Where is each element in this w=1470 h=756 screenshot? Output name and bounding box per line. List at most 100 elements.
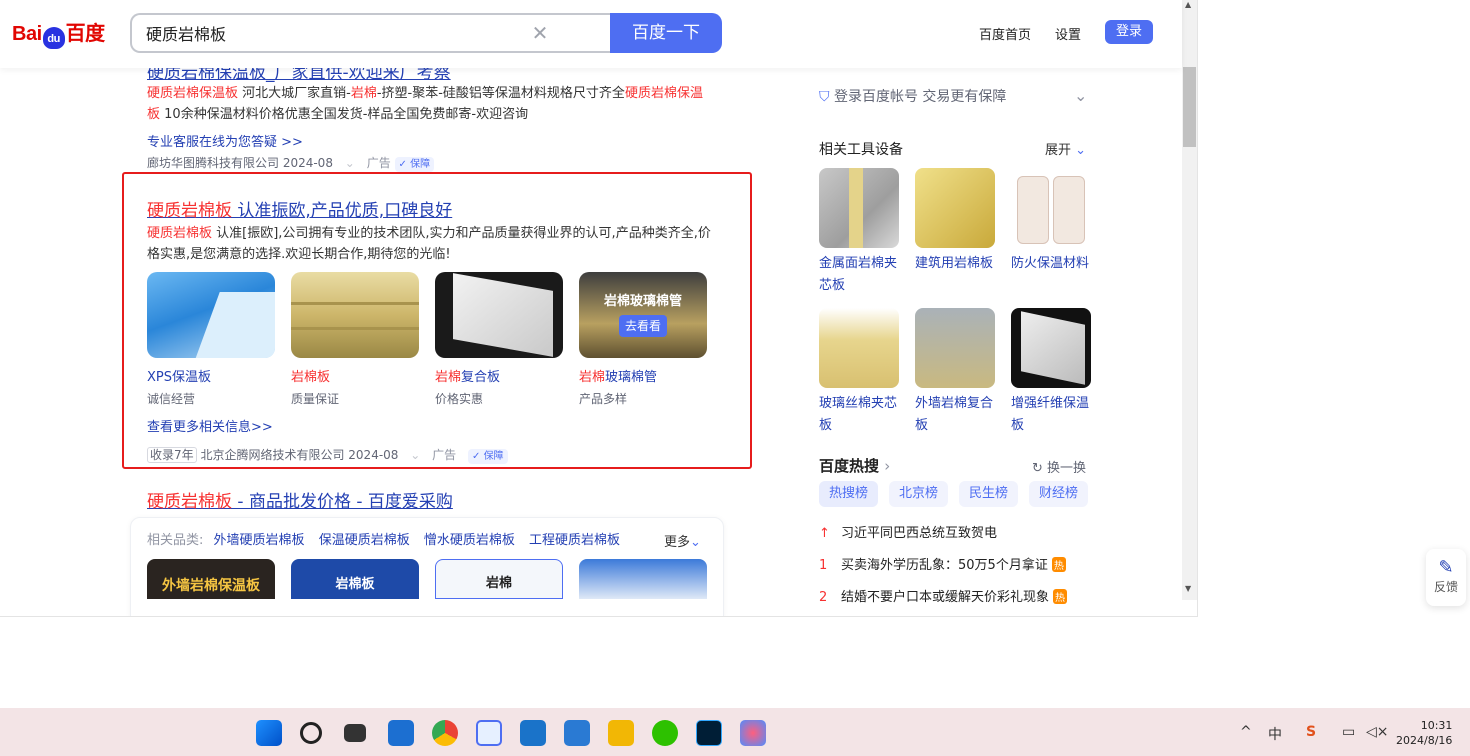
photoshop-icon[interactable] <box>696 720 722 746</box>
ime-icon[interactable]: 中 <box>1268 724 1282 744</box>
tool-image-3[interactable] <box>819 308 899 388</box>
thumb-xps[interactable] <box>147 272 275 358</box>
baidu-logo[interactable]: Bai du 百度 <box>12 17 105 49</box>
item-sub-2: 价格实惠 <box>435 392 484 406</box>
pen-icon: ✎ <box>1438 557 1454 578</box>
more-label: 更多 <box>664 535 691 550</box>
hot-item-2[interactable]: 2 结婚不要户口本或缓解天价彩礼现象热 <box>819 586 1068 605</box>
b2b-card-4[interactable] <box>579 559 707 599</box>
dropdown-icon[interactable]: ⌄ <box>410 448 420 462</box>
scroll-up-icon[interactable]: ▲ <box>1185 0 1191 9</box>
chevron-down-icon[interactable]: ⌄ <box>1074 86 1087 105</box>
scrollbar-thumb[interactable] <box>1183 67 1196 147</box>
item-label-2[interactable]: 岩棉复合板 <box>435 366 500 385</box>
hot-rank: 2 <box>819 590 828 605</box>
label-text: 复合板 <box>461 370 501 385</box>
network-icon[interactable]: ▭ <box>1342 724 1355 740</box>
task-view-icon[interactable] <box>344 724 366 742</box>
account-row[interactable]: ⛉ 登录百度帐号 交易更有保障 <box>819 86 1006 106</box>
overlay-button[interactable]: 去看看 <box>619 315 667 337</box>
app-icon[interactable] <box>740 720 766 746</box>
hot-text: 结婚不要户口本或缓解天价彩礼现象 <box>841 590 1050 605</box>
related-link[interactable]: 憎水硬质岩棉板 <box>424 533 515 548</box>
tray-expand-icon[interactable]: ^ <box>1240 724 1252 740</box>
tool-label[interactable]: 防火保温材料 <box>1011 253 1093 275</box>
hot-title[interactable]: 百度热搜 › <box>819 455 890 476</box>
result0-source: 廊坊华图腾科技有限公司 2024-08 ⌄ 广告 ✓ 保障 <box>147 154 435 172</box>
b2b-card-3[interactable]: 岩棉 <box>435 559 563 599</box>
scroll-down-icon[interactable]: ▼ <box>1185 584 1191 593</box>
tool-image-5[interactable] <box>1011 308 1091 388</box>
b2b-card-1[interactable]: 外墙岩棉保温板 <box>147 559 275 599</box>
card-text: 岩棉板 <box>335 577 375 592</box>
related-link[interactable]: 工程硬质岩棉板 <box>529 533 620 548</box>
service-link[interactable]: 专业客服在线为您答疑 >> <box>147 131 303 150</box>
notepad-icon[interactable] <box>520 720 546 746</box>
hot-rank: 1 <box>819 558 828 573</box>
related-label: 相关品类: <box>147 533 204 548</box>
refresh-label: 换一换 <box>1047 461 1087 476</box>
wechat-icon[interactable] <box>652 720 678 746</box>
item-label-0[interactable]: XPS保温板 <box>147 366 211 385</box>
clock[interactable]: 10:31 2024/8/16 <box>1396 718 1452 748</box>
thumb-pipe[interactable]: 岩棉玻璃棉管 去看看 <box>579 272 707 358</box>
hot-tab[interactable]: 民生榜 <box>959 481 1019 507</box>
chrome-icon[interactable] <box>432 720 458 746</box>
windows-start-icon[interactable] <box>256 720 282 746</box>
app-tray-icon[interactable]: S <box>1306 724 1316 740</box>
tool-label[interactable]: 金属面岩棉夹芯板 <box>819 253 901 297</box>
guarantee-badge[interactable]: ✓ 保障 <box>468 449 508 464</box>
tool-label[interactable]: 增强纤维保温板 <box>1011 393 1093 437</box>
home-link[interactable]: 百度首页 <box>979 24 1031 43</box>
item-sub-0: 诚信经营 <box>147 392 196 406</box>
search-icon[interactable] <box>300 722 322 744</box>
login-button[interactable]: 登录 <box>1105 20 1153 44</box>
hot-item-1[interactable]: 1 买卖海外学历乱象：50万5个月拿证热 <box>819 554 1066 573</box>
dropdown-icon[interactable]: ⌄ <box>345 156 355 170</box>
search-header: Baidu百度 ✕ 百度一下 百度首页 设置 登录 <box>0 0 1182 68</box>
hot-badge: 热 <box>1051 557 1066 572</box>
chevron-down-icon: ⌄ <box>690 535 701 550</box>
security-icon[interactable] <box>564 720 590 746</box>
result2-title[interactable]: 硬质岩棉板 - 商品批发价格 - 百度爱采购 <box>147 487 453 512</box>
thumb-composite[interactable] <box>435 272 563 358</box>
hot-tab[interactable]: 财经榜 <box>1029 481 1089 507</box>
refresh-button[interactable]: ↻ 换一换 <box>1032 457 1086 476</box>
search-button[interactable]: 百度一下 <box>610 13 722 53</box>
related-link[interactable]: 外墙硬质岩棉板 <box>214 533 305 548</box>
tool-label[interactable]: 建筑用岩棉板 <box>915 253 997 275</box>
tool-label[interactable]: 外墙岩棉复合板 <box>915 393 997 437</box>
hot-tab[interactable]: 北京榜 <box>889 481 949 507</box>
search-input[interactable] <box>132 15 512 51</box>
snippet-text: 认准[振欧],公司拥有专业的技术团队,实力和产品质量获得业界的认可,产品种类齐全… <box>147 226 711 262</box>
tool-image-0[interactable] <box>819 168 899 248</box>
widgets-icon[interactable] <box>388 720 414 746</box>
folder-icon[interactable] <box>608 720 634 746</box>
tool-label[interactable]: 玻璃丝棉夹芯板 <box>819 393 901 437</box>
tool-image-1[interactable] <box>915 168 995 248</box>
settings-link[interactable]: 设置 <box>1055 24 1081 43</box>
close-icon[interactable]: ✕ <box>530 23 550 43</box>
tool-image-4[interactable] <box>915 308 995 388</box>
tool-image-2[interactable] <box>1011 168 1091 248</box>
thumb-rockwool[interactable] <box>291 272 419 358</box>
more-info-link[interactable]: 查看更多相关信息>> <box>147 416 273 435</box>
label-text: XPS保温板 <box>147 370 211 385</box>
results-content: 硬质岩棉保温板_厂家直供-欢迎来厂考察 硬质岩棉保温板 河北大城厂家直销-岩棉-… <box>0 0 1182 616</box>
result1-title[interactable]: 硬质岩棉板 认准振欧,产品优质,口碑良好 <box>147 196 452 221</box>
item-label-1[interactable]: 岩棉板 <box>291 366 330 385</box>
expand-button[interactable]: 展开 ⌄ <box>1045 139 1086 158</box>
hot-item-0[interactable]: ↑ 习近平同巴西总统互致贺电 <box>819 522 997 541</box>
more-button[interactable]: 更多⌄ <box>664 531 701 550</box>
account-text: 登录百度帐号 交易更有保障 <box>833 89 1007 105</box>
feedback-button[interactable]: ✎ 反馈 <box>1426 549 1466 606</box>
hot-tab[interactable]: 热搜榜 <box>819 481 879 507</box>
browser-icon[interactable] <box>476 720 502 746</box>
title-rest: 认准振欧,产品优质,口碑良好 <box>232 201 453 221</box>
guarantee-badge[interactable]: ✓ 保障 <box>394 157 435 172</box>
related-link[interactable]: 保温硬质岩棉板 <box>319 533 410 548</box>
item-label-3[interactable]: 岩棉玻璃棉管 <box>579 366 657 385</box>
collected-badge: 收录7年 <box>147 447 197 463</box>
volume-icon[interactable]: ◁× <box>1366 724 1389 740</box>
b2b-card-2[interactable]: 岩棉板 <box>291 559 419 599</box>
